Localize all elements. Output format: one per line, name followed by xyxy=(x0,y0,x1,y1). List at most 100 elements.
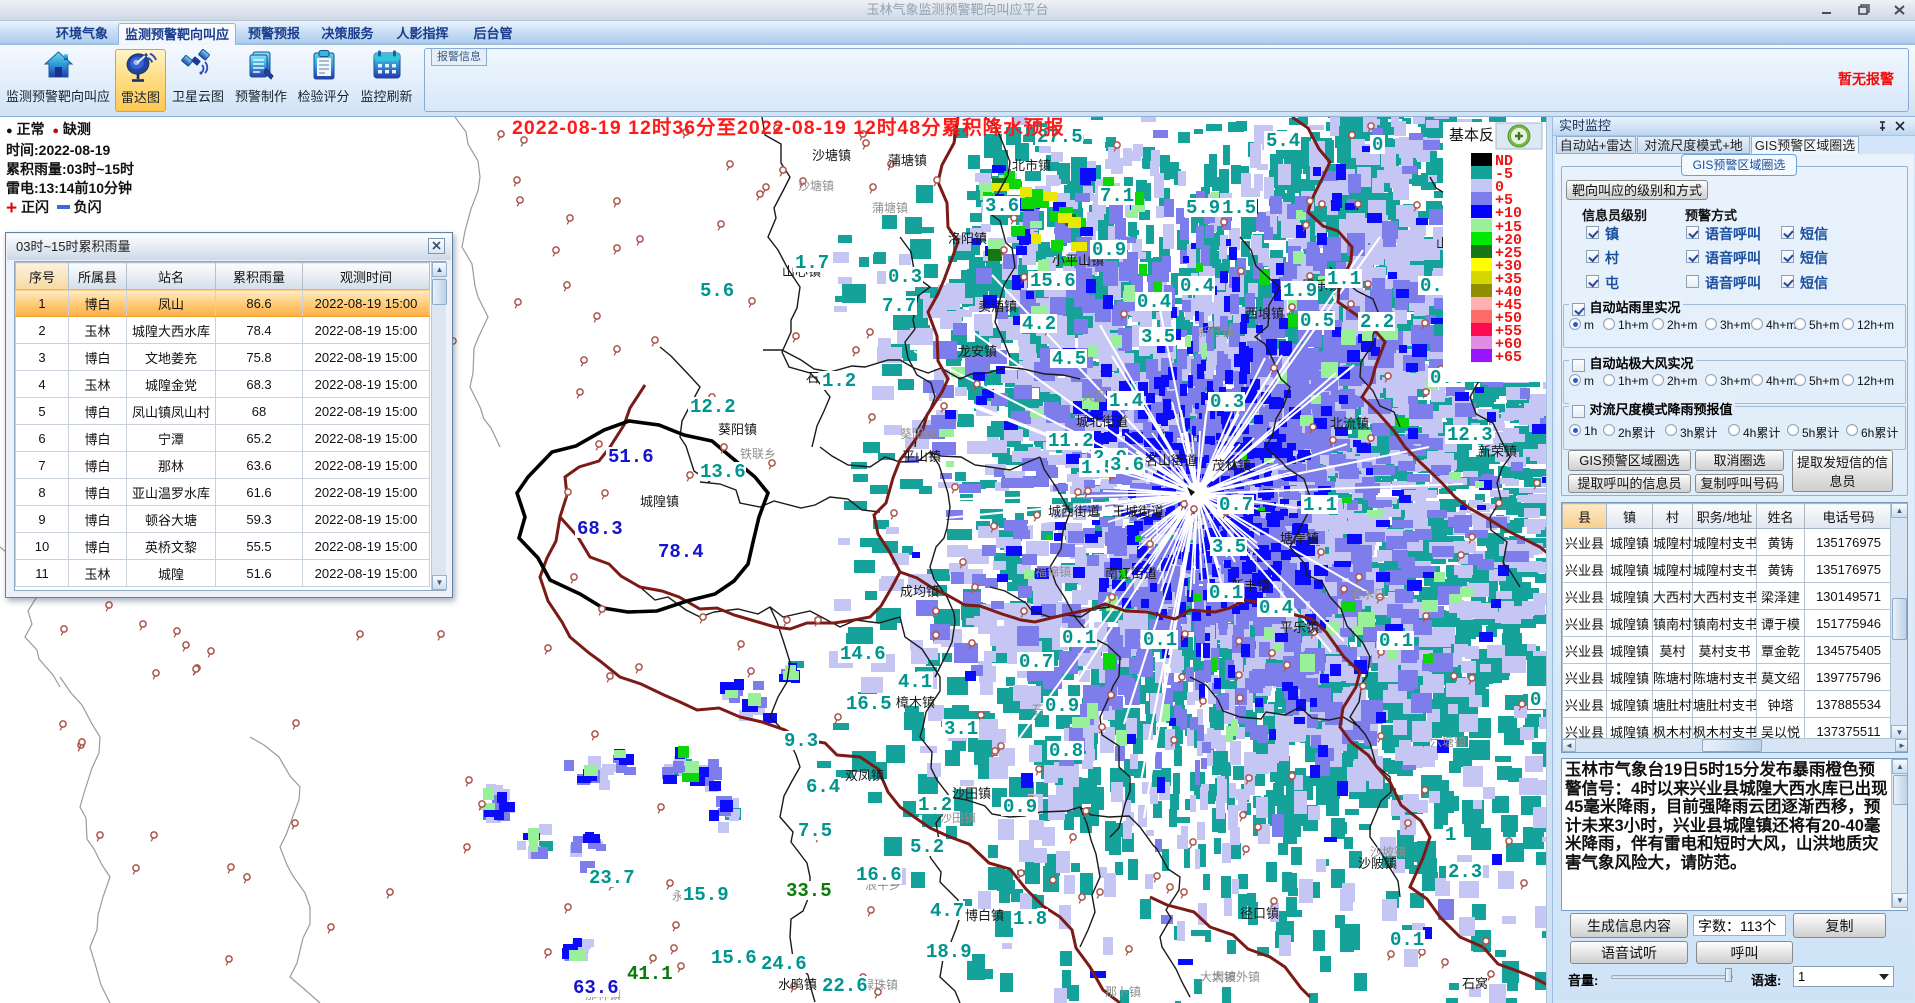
svg-text:茂林镇: 茂林镇 xyxy=(1212,458,1251,473)
svg-text:双凤镇: 双凤镇 xyxy=(845,768,884,783)
svg-text:城隍镇: 城隍镇 xyxy=(640,494,679,509)
svg-text:大垌镇: 大垌镇 xyxy=(1200,970,1236,984)
svg-text:15.9: 15.9 xyxy=(683,884,729,906)
svg-text:0.7: 0.7 xyxy=(1219,494,1253,516)
svg-text:1.5: 1.5 xyxy=(1222,197,1256,219)
svg-text:1: 1 xyxy=(1445,824,1456,846)
svg-text:王城街道: 王城街道 xyxy=(1112,504,1164,519)
svg-text:68.3: 68.3 xyxy=(577,518,623,540)
svg-text:51.6: 51.6 xyxy=(608,446,654,468)
svg-text:3.1: 3.1 xyxy=(944,718,978,740)
svg-text:0.5: 0.5 xyxy=(1300,310,1334,332)
svg-text:13.6: 13.6 xyxy=(700,461,746,483)
svg-text:0.9: 0.9 xyxy=(1045,695,1079,717)
svg-text:城北街道: 城北街道 xyxy=(1076,414,1128,429)
svg-text:16.6: 16.6 xyxy=(856,864,902,886)
svg-text:0.1: 0.1 xyxy=(1143,629,1177,651)
svg-text:0.3: 0.3 xyxy=(1210,391,1244,413)
svg-text:名山街道: 名山街道 xyxy=(1145,453,1197,468)
svg-text:南江街道: 南江街道 xyxy=(1105,566,1157,581)
svg-text:63.6: 63.6 xyxy=(573,977,619,999)
svg-text:3.5: 3.5 xyxy=(1141,326,1175,348)
svg-text:78.4: 78.4 xyxy=(658,541,704,563)
svg-text:平山镇: 平山镇 xyxy=(902,449,941,464)
svg-text:24.6: 24.6 xyxy=(761,953,807,975)
svg-text:沙田镇: 沙田镇 xyxy=(952,786,991,801)
svg-text:0.4: 0.4 xyxy=(1259,597,1293,619)
svg-text:葵阳镇: 葵阳镇 xyxy=(900,427,936,441)
svg-text:0: 0 xyxy=(1372,134,1383,156)
svg-text:北市镇: 北市镇 xyxy=(1012,158,1051,173)
svg-text:16.5: 16.5 xyxy=(846,693,892,715)
svg-text:福绵镇: 福绵镇 xyxy=(1035,564,1071,579)
svg-text:33.5: 33.5 xyxy=(786,880,832,902)
svg-text:3.6: 3.6 xyxy=(985,195,1019,217)
svg-text:基本反: 基本反 xyxy=(1449,127,1494,144)
svg-text:1.7: 1.7 xyxy=(795,252,829,274)
svg-text:7.5: 7.5 xyxy=(798,820,832,842)
svg-text:7.1: 7.1 xyxy=(1100,185,1134,207)
svg-text:3.6: 3.6 xyxy=(1110,454,1144,476)
svg-text:5.9: 5.9 xyxy=(1186,197,1220,219)
svg-text:西埌镇: 西埌镇 xyxy=(1245,306,1284,321)
svg-text:石窝: 石窝 xyxy=(1462,976,1488,991)
svg-text:樟木镇: 樟木镇 xyxy=(896,695,935,710)
svg-text:那卜镇: 那卜镇 xyxy=(1105,985,1141,999)
svg-text:5.4: 5.4 xyxy=(1266,130,1300,152)
svg-text:0.7: 0.7 xyxy=(1019,651,1053,673)
svg-text:12.2: 12.2 xyxy=(690,396,736,418)
svg-text:1.1: 1.1 xyxy=(1327,268,1361,290)
svg-text:城西街道: 城西街道 xyxy=(1048,504,1100,519)
svg-text:蒲塘镇: 蒲塘镇 xyxy=(872,200,908,215)
svg-text:2.2: 2.2 xyxy=(1360,311,1394,333)
svg-text:铁联乡: 铁联乡 xyxy=(740,447,776,461)
svg-text:0.1: 0.1 xyxy=(1379,630,1413,652)
svg-text:水鸣镇: 水鸣镇 xyxy=(778,977,817,992)
svg-text:成均镇: 成均镇 xyxy=(900,584,939,599)
svg-text:1.1: 1.1 xyxy=(1303,494,1337,516)
svg-text:7.7: 7.7 xyxy=(882,295,916,317)
svg-text:洛阳镇: 洛阳镇 xyxy=(948,231,987,246)
svg-text:14.6: 14.6 xyxy=(840,643,886,665)
svg-text:6.4: 6.4 xyxy=(806,776,840,798)
svg-text:新荣镇: 新荣镇 xyxy=(1478,444,1517,459)
svg-text:博白镇: 博白镇 xyxy=(965,908,1004,923)
svg-text:0.8: 0.8 xyxy=(1049,740,1083,762)
svg-text:葵阳镇: 葵阳镇 xyxy=(718,422,757,437)
svg-text:新圩镇: 新圩镇 xyxy=(1198,324,1234,339)
svg-text:23.7: 23.7 xyxy=(589,867,635,889)
svg-text:5.6: 5.6 xyxy=(700,280,734,302)
svg-text:15.6: 15.6 xyxy=(711,947,757,969)
svg-text:4.2: 4.2 xyxy=(1022,313,1056,335)
svg-text:0.9: 0.9 xyxy=(1003,796,1037,818)
svg-text:2022-08-19 12时36分至2022-08-19 1: 2022-08-19 12时36分至2022-08-19 12时48分累积降水预… xyxy=(512,117,1065,139)
svg-text:+65: +65 xyxy=(1495,349,1522,366)
svg-text:卖酒镇: 卖酒镇 xyxy=(978,299,1017,314)
svg-text:0.1: 0.1 xyxy=(1062,627,1096,649)
svg-text:1.4: 1.4 xyxy=(1109,390,1143,412)
svg-text:0.4: 0.4 xyxy=(1137,291,1171,313)
svg-text:0.1: 0.1 xyxy=(1390,929,1424,951)
svg-text:2.3: 2.3 xyxy=(1448,861,1482,883)
svg-text:蒲塘镇: 蒲塘镇 xyxy=(888,153,927,168)
svg-text:0.3: 0.3 xyxy=(888,266,922,288)
svg-text:1.2: 1.2 xyxy=(822,370,856,392)
svg-text:龙安镇: 龙安镇 xyxy=(958,344,997,359)
svg-text:1.9: 1.9 xyxy=(1283,280,1317,302)
svg-text:22.6: 22.6 xyxy=(822,975,868,997)
svg-text:北流镇: 北流镇 xyxy=(1330,416,1369,431)
svg-text:4.7: 4.7 xyxy=(930,900,964,922)
svg-text:5.2: 5.2 xyxy=(910,836,944,858)
svg-text:11.2: 11.2 xyxy=(1048,430,1094,452)
svg-text:9.3: 9.3 xyxy=(784,730,818,752)
svg-text:4.1: 4.1 xyxy=(898,671,932,693)
svg-text:平乐镇: 平乐镇 xyxy=(1280,620,1319,635)
svg-text:3.5: 3.5 xyxy=(1212,536,1246,558)
svg-text:1.8: 1.8 xyxy=(1013,908,1047,930)
svg-text:塘岸镇: 塘岸镇 xyxy=(1280,531,1319,546)
svg-text:41.1: 41.1 xyxy=(627,963,673,985)
svg-text:4.5: 4.5 xyxy=(1052,348,1086,370)
svg-text:沙陂镇: 沙陂镇 xyxy=(1358,856,1397,871)
svg-text:0.1: 0.1 xyxy=(1209,582,1243,604)
svg-text:清水口: 清水口 xyxy=(1350,587,1386,601)
